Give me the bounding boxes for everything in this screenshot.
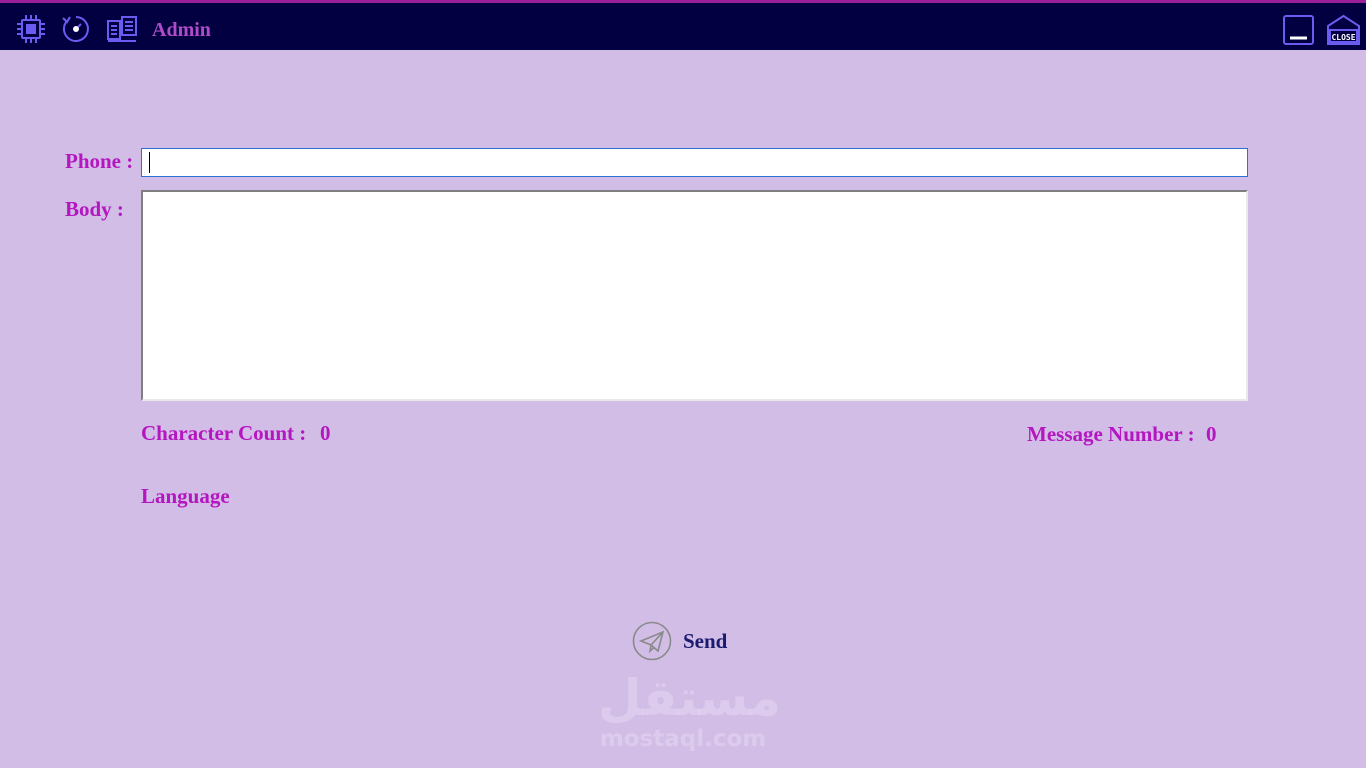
text-caret bbox=[149, 152, 150, 173]
send-button[interactable]: Send bbox=[632, 621, 727, 661]
title-bar: Admin CLOSE bbox=[0, 0, 1366, 50]
character-count-label: Character Count : bbox=[141, 421, 307, 445]
minimize-icon[interactable] bbox=[1283, 15, 1314, 45]
paper-plane-icon bbox=[632, 621, 672, 661]
language-label: Language bbox=[141, 484, 230, 508]
message-number-label: Message Number : bbox=[1027, 422, 1195, 446]
close-label: CLOSE bbox=[1331, 33, 1355, 42]
body-label: Body : bbox=[65, 197, 124, 221]
chip-icon[interactable] bbox=[15, 13, 47, 45]
send-label: Send bbox=[683, 628, 728, 653]
character-count-value: 0 bbox=[320, 421, 331, 445]
close-icon[interactable]: CLOSE bbox=[1326, 14, 1361, 46]
watermark-logo: مستقل bbox=[598, 669, 781, 727]
message-number-value: 0 bbox=[1206, 422, 1217, 446]
refresh-clock-icon[interactable] bbox=[60, 13, 92, 45]
book-icon[interactable] bbox=[106, 13, 138, 45]
window-title: Admin bbox=[152, 19, 211, 41]
phone-label: Phone : bbox=[65, 149, 134, 173]
phone-input[interactable] bbox=[141, 148, 1248, 177]
watermark-url: mostaql.com bbox=[599, 726, 767, 752]
body-input[interactable] bbox=[141, 190, 1248, 401]
